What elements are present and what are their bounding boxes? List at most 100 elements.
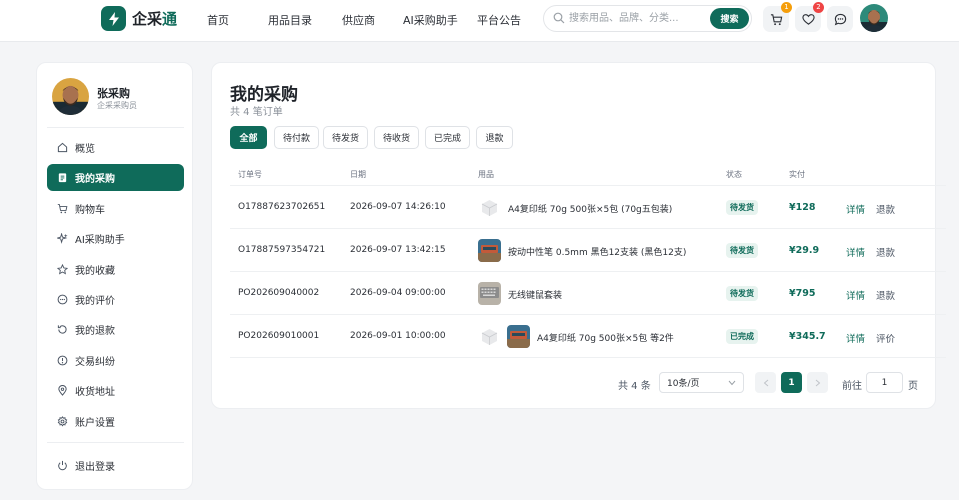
product-thumbnail — [507, 325, 530, 348]
refund-link[interactable]: 退款 — [876, 202, 895, 216]
refund-link[interactable]: 退款 — [876, 288, 895, 302]
favorites-button[interactable]: 2 — [795, 2, 824, 32]
page-size-select[interactable]: 10条/页 — [659, 372, 744, 393]
divider — [230, 357, 946, 358]
page-size-value: 10条/页 — [667, 379, 700, 389]
tab-completed[interactable]: 已完成 — [425, 126, 470, 149]
search-input[interactable] — [569, 10, 709, 27]
sidebar-item-overview[interactable]: 概览 — [47, 134, 184, 161]
status-badge: 待发货 — [726, 243, 758, 258]
product-thumbnail — [478, 282, 501, 305]
refund-link[interactable]: 退款 — [876, 245, 895, 259]
item-name[interactable]: 无线键鼠套装 — [508, 288, 562, 301]
details-link[interactable]: 详情 — [846, 331, 865, 345]
sidebar-item-my-purchases[interactable]: 我的采购 — [47, 164, 184, 191]
sidebar-item-disputes[interactable]: 交易纠纷 — [47, 347, 184, 374]
sidebar-item-addresses[interactable]: 收货地址 — [47, 377, 184, 404]
sidebar-item-refunds[interactable]: 我的退款 — [47, 316, 184, 343]
messages-button[interactable] — [827, 6, 853, 32]
gear-icon — [57, 416, 68, 427]
page-title: 我的采购 — [230, 85, 298, 105]
sidebar-item-ai-assistant[interactable]: AI采购助手 — [47, 225, 184, 252]
goto-label: 前往 — [842, 381, 862, 392]
sidebar-item-label: 我的退款 — [75, 326, 115, 337]
details-link[interactable]: 详情 — [846, 288, 865, 302]
column-header-item: 用品 — [478, 170, 494, 179]
chevron-left-icon — [763, 379, 768, 386]
nav-suppliers[interactable]: 供应商 — [342, 12, 375, 28]
user-avatar[interactable] — [860, 4, 888, 32]
pagination-total: 共 4 条 — [618, 381, 651, 392]
next-page-button[interactable] — [807, 372, 828, 393]
details-link[interactable]: 详情 — [846, 245, 865, 259]
user-role: 企采采购员 — [97, 101, 137, 110]
logo-icon[interactable] — [101, 6, 126, 31]
sidebar-item-settings[interactable]: 账户设置 — [47, 408, 184, 435]
divider — [47, 127, 184, 128]
order-number: O17887597354721 — [238, 245, 326, 255]
cart-count-badge: 1 — [781, 2, 792, 13]
sidebar-item-label: AI采购助手 — [75, 235, 125, 246]
order-number: O17887623702651 — [238, 202, 326, 212]
brand-name[interactable]: 企采通 — [132, 8, 177, 29]
refund-icon — [57, 325, 67, 334]
sidebar-item-label: 购物车 — [75, 205, 105, 216]
tab-refund[interactable]: 退款 — [476, 126, 513, 149]
product-thumbnail — [478, 325, 501, 348]
status-badge: 待发货 — [726, 200, 758, 215]
sidebar-item-label: 账户设置 — [75, 418, 115, 429]
tab-pending-receipt[interactable]: 待收货 — [374, 126, 419, 149]
tab-all[interactable]: 全部 — [230, 126, 267, 149]
sidebar-item-label: 概览 — [75, 144, 95, 155]
tab-pending-payment[interactable]: 待付款 — [274, 126, 319, 149]
product-thumbnail — [478, 196, 501, 219]
sidebar-item-label: 交易纠纷 — [75, 357, 115, 368]
details-link[interactable]: 详情 — [846, 202, 865, 216]
clipboard-icon — [58, 173, 67, 183]
order-date: 2026-09-04 09:00:00 — [350, 288, 446, 298]
user-name: 张采购 — [97, 87, 130, 100]
nav-home[interactable]: 首页 — [207, 12, 229, 28]
order-count: 共 4 笔订单 — [230, 107, 283, 118]
paid-amount: ¥345.7 — [789, 331, 826, 342]
status-badge: 待发货 — [726, 286, 758, 301]
comment-icon — [57, 294, 68, 305]
goto-page-input[interactable] — [866, 372, 903, 393]
tab-pending-shipment[interactable]: 待发货 — [323, 126, 368, 149]
nav-ai-assistant[interactable]: AI采购助手 — [403, 12, 458, 28]
nav-announcements[interactable]: 平台公告 — [477, 12, 521, 28]
divider — [230, 228, 946, 229]
home-icon — [57, 142, 68, 153]
search-icon — [553, 12, 565, 24]
cart-button[interactable]: 1 — [763, 2, 792, 32]
nav-catalog[interactable]: 用品目录 — [268, 12, 312, 28]
top-header: 企采通 首页 用品目录 供应商 AI采购助手 平台公告 搜索 1 2 — [0, 0, 959, 42]
paid-amount: ¥128 — [789, 202, 816, 213]
order-number: PO202609040002 — [238, 288, 320, 298]
sidebar-item-cart[interactable]: 购物车 — [47, 195, 184, 222]
item-name[interactable]: A4复印纸 70g 500张×5包 等2件 — [537, 331, 674, 344]
column-header-date: 日期 — [350, 170, 366, 179]
sidebar-item-label: 我的收藏 — [75, 266, 115, 277]
item-name[interactable]: 按动中性笔 0.5mm 黑色12支装 (黑色12支) — [508, 245, 686, 258]
sidebar-item-label: 我的采购 — [75, 174, 115, 185]
search-button[interactable]: 搜索 — [710, 8, 749, 29]
prev-page-button[interactable] — [755, 372, 776, 393]
logout-button[interactable]: 退出登录 — [47, 452, 184, 479]
column-header-order-no: 订单号 — [238, 170, 262, 179]
column-header-paid: 实付 — [789, 170, 805, 179]
paid-amount: ¥29.9 — [789, 245, 820, 256]
orders-panel: 我的采购 共 4 笔订单 全部 待付款 待发货 待收货 已完成 退款 订单号 日… — [211, 62, 946, 409]
page-number-current[interactable]: 1 — [781, 372, 802, 393]
chevron-down-icon — [728, 380, 736, 386]
divider — [47, 442, 184, 443]
divider — [230, 271, 946, 272]
sidebar-item-favorites[interactable]: 我的收藏 — [47, 256, 184, 283]
chevron-right-icon — [815, 379, 820, 386]
review-link[interactable]: 评价 — [876, 331, 895, 345]
item-name[interactable]: A4复印纸 70g 500张×5包 (70g五包装) — [508, 202, 672, 215]
sidebar-item-reviews[interactable]: 我的评价 — [47, 286, 184, 313]
product-thumbnail — [478, 239, 501, 262]
sparkle-icon — [57, 233, 68, 244]
status-badge: 已完成 — [726, 329, 758, 344]
